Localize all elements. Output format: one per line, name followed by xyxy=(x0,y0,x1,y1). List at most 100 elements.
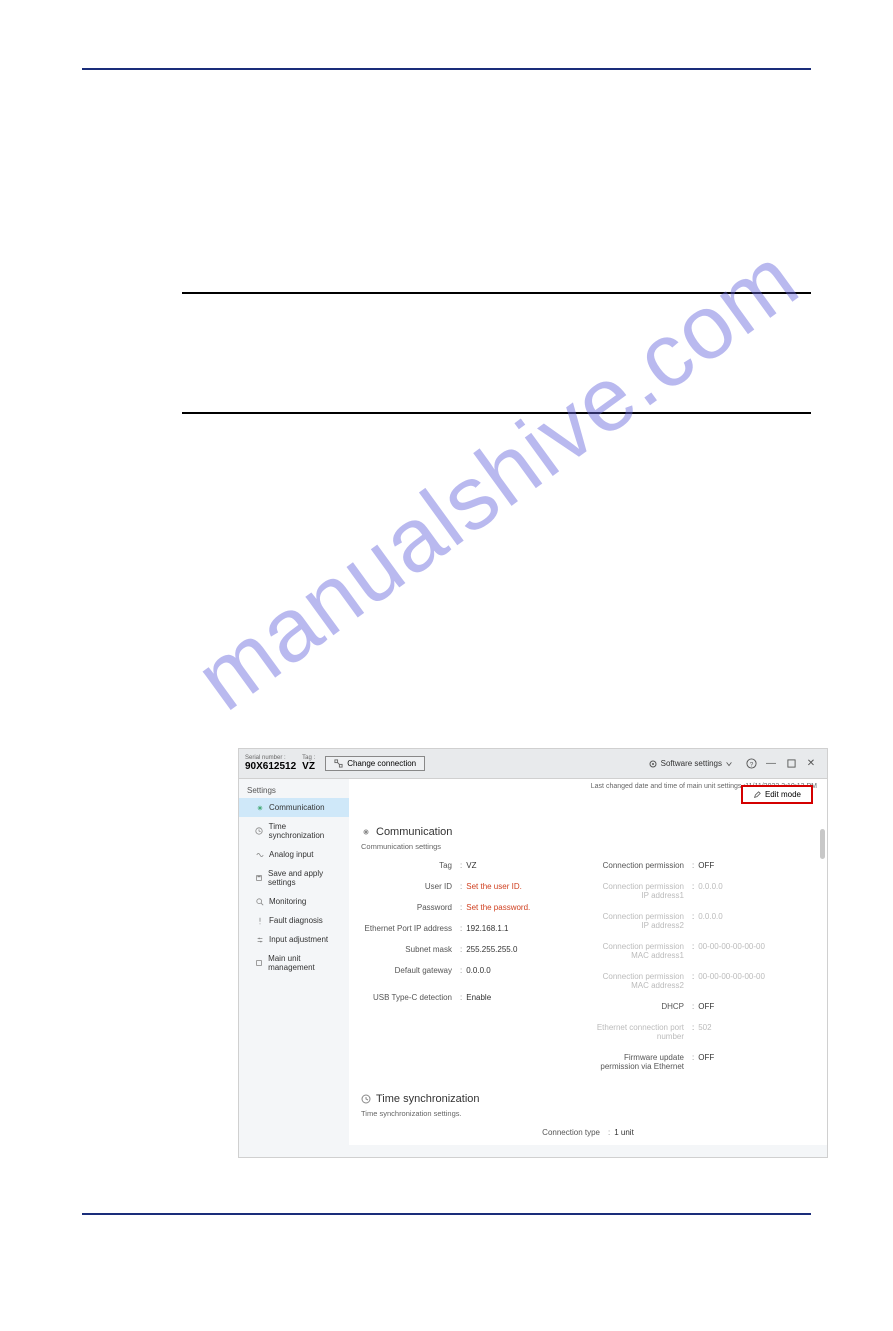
communication-icon xyxy=(255,803,264,812)
sidebar-item-analog-input[interactable]: Analog input xyxy=(239,845,349,864)
edit-mode-label: Edit mode xyxy=(765,790,801,799)
label-userid: User ID xyxy=(361,882,456,891)
comm-title-icon xyxy=(361,827,371,837)
sidebar-label-save: Save and apply settings xyxy=(268,869,341,887)
value-gateway: 0.0.0.0 xyxy=(466,966,490,975)
svg-text:?: ? xyxy=(749,761,753,768)
row-conn-type: Connection type : 1 unit xyxy=(361,1128,815,1137)
main-panel: Last changed date and time of main unit … xyxy=(349,779,827,1145)
titlebar: Serial number : 90X612512 Tag : VZ Chang… xyxy=(239,749,827,779)
left-column: Tag:VZ User ID:Set the user ID. Password… xyxy=(361,861,583,1083)
value-password: Set the password. xyxy=(466,903,530,912)
comm-title-text: Communication xyxy=(376,826,452,838)
fault-icon xyxy=(255,916,264,925)
sidebar-item-input-adj[interactable]: Input adjustment xyxy=(239,930,349,949)
row-mac1: Connection permission MAC address1:00-00… xyxy=(593,942,815,960)
serial-number-block: Serial number : 90X612512 xyxy=(245,755,296,772)
app-window: Serial number : 90X612512 Tag : VZ Chang… xyxy=(238,748,828,1158)
sidebar-label-fault: Fault diagnosis xyxy=(269,916,323,925)
sidebar-item-monitoring[interactable]: Monitoring xyxy=(239,892,349,911)
sidebar: Settings Communication Time synchronizat… xyxy=(239,779,349,1145)
software-settings-label: Software settings xyxy=(661,759,722,768)
label-password: Password xyxy=(361,903,456,912)
label-usb: USB Type-C detection xyxy=(361,993,456,1002)
sidebar-item-communication[interactable]: Communication xyxy=(239,798,349,817)
value-ip1: 0.0.0.0 xyxy=(698,882,722,891)
row-subnet: Subnet mask:255.255.255.0 xyxy=(361,945,583,954)
row-tag: Tag:VZ xyxy=(361,861,583,870)
maximize-button[interactable] xyxy=(784,757,798,771)
row-userid: User ID:Set the user ID. xyxy=(361,882,583,891)
value-conn-perm: OFF xyxy=(698,861,714,870)
sidebar-label-monitoring: Monitoring xyxy=(269,897,306,906)
label-dhcp: DHCP xyxy=(593,1002,688,1011)
communication-subtitle: Communication settings xyxy=(361,842,815,851)
value-eth-ip: 192.168.1.1 xyxy=(466,924,508,933)
change-connection-label: Change connection xyxy=(347,759,416,768)
clock-icon xyxy=(255,827,264,836)
value-tag: VZ xyxy=(466,861,476,870)
black-rule-2 xyxy=(182,412,811,414)
serial-number-value: 90X612512 xyxy=(245,761,296,772)
unit-icon xyxy=(255,959,263,968)
scrollbar[interactable] xyxy=(820,829,825,859)
black-rule-1 xyxy=(182,292,811,294)
label-port: Ethernet connection port number xyxy=(593,1023,688,1041)
label-mac2: Connection permission MAC address2 xyxy=(593,972,688,990)
save-icon xyxy=(255,874,263,883)
right-column: Connection permission:OFF Connection per… xyxy=(593,861,815,1083)
value-mac2: 00-00-00-00-00-00 xyxy=(698,972,765,981)
label-eth-ip: Ethernet Port IP address xyxy=(361,924,456,933)
label-ip2: Connection permission IP address2 xyxy=(593,912,688,930)
row-dhcp: DHCP:OFF xyxy=(593,1002,815,1011)
value-ip2: 0.0.0.0 xyxy=(698,912,722,921)
label-conn-perm: Connection permission xyxy=(593,861,688,870)
label-tag: Tag xyxy=(361,861,456,870)
page-bottom-rule xyxy=(82,1213,811,1215)
body-area: Settings Communication Time synchronizat… xyxy=(239,779,827,1145)
time-sync-subtitle: Time synchronization settings. xyxy=(361,1109,815,1118)
minimize-button[interactable]: — xyxy=(764,757,778,771)
sidebar-item-fault[interactable]: Fault diagnosis xyxy=(239,911,349,930)
label-mac1: Connection permission MAC address1 xyxy=(593,942,688,960)
pencil-icon xyxy=(753,791,761,799)
value-fw: OFF xyxy=(698,1053,714,1062)
sidebar-item-time-sync[interactable]: Time synchronization xyxy=(239,817,349,845)
settings-columns: Tag:VZ User ID:Set the user ID. Password… xyxy=(361,861,815,1083)
row-conn-perm: Connection permission:OFF xyxy=(593,861,815,870)
monitor-icon xyxy=(255,897,264,906)
label-fw: Firmware update permission via Ethernet xyxy=(593,1053,688,1071)
help-button[interactable]: ? xyxy=(744,757,758,771)
sidebar-label-input-adj: Input adjustment xyxy=(269,935,328,944)
label-conn-type: Connection type xyxy=(542,1128,604,1137)
value-conn-type: 1 unit xyxy=(614,1128,634,1137)
row-port: Ethernet connection port number:502 xyxy=(593,1023,815,1041)
tag-block: Tag : VZ xyxy=(302,755,315,772)
communication-title: Communication xyxy=(361,826,815,838)
sidebar-label-time-sync: Time synchronization xyxy=(269,822,341,840)
sidebar-header: Settings xyxy=(239,783,349,798)
edit-mode-button[interactable]: Edit mode xyxy=(741,785,813,804)
sidebar-item-main-unit[interactable]: Main unit management xyxy=(239,949,349,977)
value-mac1: 00-00-00-00-00-00 xyxy=(698,942,765,951)
value-usb: Enable xyxy=(466,993,491,1002)
value-userid: Set the user ID. xyxy=(466,882,522,891)
sidebar-label-communication: Communication xyxy=(269,803,325,812)
row-eth-ip: Ethernet Port IP address:192.168.1.1 xyxy=(361,924,583,933)
label-ip1: Connection permission IP address1 xyxy=(593,882,688,900)
label-subnet: Subnet mask xyxy=(361,945,456,954)
change-connection-button[interactable]: Change connection xyxy=(325,756,425,771)
clock-title-icon xyxy=(361,1094,371,1104)
value-port: 502 xyxy=(698,1023,711,1032)
value-dhcp: OFF xyxy=(698,1002,714,1011)
row-usb: USB Type-C detection:Enable xyxy=(361,993,583,1002)
adjust-icon xyxy=(255,935,264,944)
row-gateway: Default gateway:0.0.0.0 xyxy=(361,966,583,975)
sidebar-item-save-apply[interactable]: Save and apply settings xyxy=(239,864,349,892)
row-ip1: Connection permission IP address1:0.0.0.… xyxy=(593,882,815,900)
label-gateway: Default gateway xyxy=(361,966,456,975)
close-button[interactable]: ✕ xyxy=(804,757,818,771)
page-top-rule xyxy=(82,68,811,70)
software-settings-dropdown[interactable]: Software settings xyxy=(648,759,733,769)
sidebar-label-analog: Analog input xyxy=(269,850,313,859)
